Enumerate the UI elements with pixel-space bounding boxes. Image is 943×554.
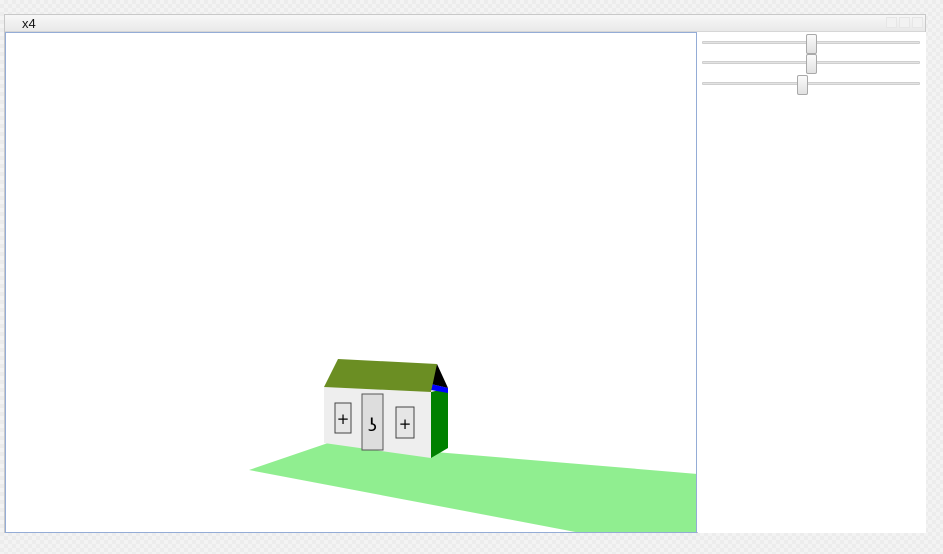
slider-3[interactable] [702, 75, 920, 95]
controls-panel [698, 32, 926, 533]
house-roof [324, 359, 437, 392]
minimize-button[interactable] [886, 17, 897, 28]
ground-plane [249, 443, 696, 532]
slider-3-track[interactable] [702, 82, 920, 85]
title-bar: x4 [5, 15, 925, 32]
window-right-glyph: + [399, 415, 412, 433]
window-title: x4 [22, 16, 36, 31]
window-left-glyph: + [337, 410, 350, 428]
maximize-button[interactable] [899, 17, 910, 28]
3d-viewport[interactable]: + ʖ + [5, 32, 697, 533]
scene-svg: + ʖ + [249, 359, 696, 532]
door-glyph: ʖ [368, 415, 377, 436]
close-button[interactable] [912, 17, 923, 28]
slider-1-thumb[interactable] [806, 34, 817, 54]
house-side-wall [431, 388, 448, 458]
slider-3-thumb[interactable] [797, 75, 809, 95]
slider-1[interactable] [702, 34, 920, 54]
slider-2[interactable] [702, 54, 920, 74]
app-window: x4 + ʖ + [4, 14, 926, 533]
slider-2-thumb[interactable] [806, 54, 817, 74]
